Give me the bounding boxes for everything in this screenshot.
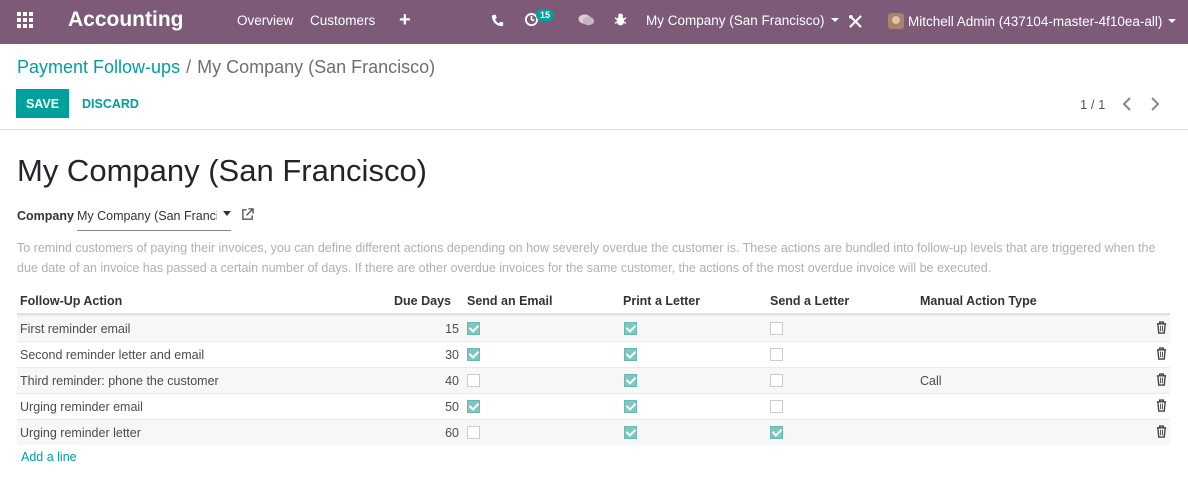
send-letter-checkbox[interactable] <box>770 348 783 361</box>
company-switcher-label: My Company (San Francisco) <box>646 13 825 28</box>
company-label: Company <box>17 209 74 223</box>
cell-manual-action[interactable]: Call <box>920 374 942 388</box>
followup-lines-table: Follow-Up Action Due Days Send an Email … <box>17 288 1170 445</box>
send-letter-checkbox[interactable] <box>770 322 783 335</box>
table-header: Follow-Up Action Due Days Send an Email … <box>17 288 1170 315</box>
send-letter-checkbox[interactable] <box>770 374 783 387</box>
print-letter-checkbox[interactable] <box>624 374 637 387</box>
header-print-letter[interactable]: Print a Letter <box>623 294 700 308</box>
debug-bug-icon[interactable] <box>614 12 627 27</box>
cell-action[interactable]: Second reminder letter and email <box>20 348 204 362</box>
cell-action[interactable]: First reminder email <box>20 322 130 336</box>
dropdown-caret-icon[interactable] <box>223 211 231 216</box>
print-letter-checkbox[interactable] <box>624 400 637 413</box>
send-letter-checkbox[interactable] <box>770 400 783 413</box>
pager-previous-icon[interactable] <box>1122 97 1132 111</box>
breadcrumb-separator: / <box>186 57 192 77</box>
company-field-value: My Company (San Francisco) <box>77 209 217 223</box>
company-field[interactable]: My Company (San Francisco) <box>77 203 231 231</box>
pager-next-icon[interactable] <box>1150 97 1160 111</box>
cell-due-days[interactable]: 50 <box>417 400 459 414</box>
send-letter-checkbox[interactable] <box>770 426 783 439</box>
breadcrumb: Payment Follow-ups / My Company (San Franc… <box>17 57 435 78</box>
trash-icon[interactable] <box>1156 321 1167 334</box>
save-button[interactable]: SAVE <box>16 89 69 118</box>
send-email-checkbox[interactable] <box>467 374 480 387</box>
header-action[interactable]: Follow-Up Action <box>20 294 122 308</box>
app-name[interactable]: Accounting <box>68 8 184 32</box>
breadcrumb-parent[interactable]: Payment Follow-ups <box>17 57 180 77</box>
cell-action[interactable]: Urging reminder email <box>20 400 143 414</box>
apps-menu-icon[interactable] <box>17 12 35 30</box>
trash-icon[interactable] <box>1156 399 1167 412</box>
cell-due-days[interactable]: 40 <box>417 374 459 388</box>
send-email-checkbox[interactable] <box>467 426 480 439</box>
table-row[interactable]: Third reminder: phone the customer 40 Call <box>17 367 1170 393</box>
trash-icon[interactable] <box>1156 347 1167 360</box>
record-title: My Company (San Francisco) <box>17 153 428 188</box>
header-manual-action[interactable]: Manual Action Type <box>920 294 1037 308</box>
avatar <box>888 13 904 29</box>
help-text: To remind customers of paying their invo… <box>17 241 1156 275</box>
print-letter-checkbox[interactable] <box>624 348 637 361</box>
plus-icon[interactable]: + <box>399 9 411 32</box>
menu-overview[interactable]: Overview <box>237 13 293 28</box>
chevron-down-icon <box>1168 19 1177 23</box>
table-row[interactable]: Urging reminder email 50 <box>17 393 1170 419</box>
tools-icon[interactable] <box>848 14 863 29</box>
discard-button[interactable]: DISCARD <box>82 97 139 111</box>
trash-icon[interactable] <box>1156 373 1167 386</box>
header-send-email[interactable]: Send an Email <box>467 294 552 308</box>
table-row[interactable]: First reminder email 15 <box>17 315 1170 341</box>
print-letter-checkbox[interactable] <box>624 426 637 439</box>
chat-icon[interactable] <box>578 13 595 27</box>
send-email-checkbox[interactable] <box>467 348 480 361</box>
header-due-days[interactable]: Due Days <box>394 294 451 308</box>
send-email-checkbox[interactable] <box>467 400 480 413</box>
add-line-link[interactable]: Add a line <box>21 450 77 464</box>
menu-customers[interactable]: Customers <box>310 13 375 28</box>
print-letter-checkbox[interactable] <box>624 322 637 335</box>
table-row[interactable]: Second reminder letter and email 30 <box>17 341 1170 367</box>
user-menu[interactable]: Mitchell Admin (437104-master-4f10ea-all… <box>888 13 1177 29</box>
cell-due-days[interactable]: 15 <box>417 322 459 336</box>
company-switcher[interactable]: My Company (San Francisco) <box>646 13 839 28</box>
top-navbar: Accounting Overview Customers + 15 My Co… <box>0 0 1188 44</box>
external-link-icon[interactable] <box>241 208 254 221</box>
pager-value[interactable]: 1 / 1 <box>1080 97 1105 112</box>
user-name: Mitchell Admin (437104-master-4f10ea-all… <box>908 14 1163 29</box>
header-send-letter[interactable]: Send a Letter <box>770 294 849 308</box>
table-body: First reminder email 15 Second reminder le… <box>17 315 1170 445</box>
phone-icon[interactable] <box>491 14 504 27</box>
control-panel: Payment Follow-ups / My Company (San Franc… <box>0 44 1188 130</box>
trash-icon[interactable] <box>1156 425 1167 438</box>
cell-due-days[interactable]: 60 <box>417 426 459 440</box>
cell-action[interactable]: Urging reminder letter <box>20 426 141 440</box>
chevron-down-icon <box>830 18 839 22</box>
send-email-checkbox[interactable] <box>467 322 480 335</box>
table-row[interactable]: Urging reminder letter 60 <box>17 419 1170 445</box>
cell-action[interactable]: Third reminder: phone the customer <box>20 374 219 388</box>
breadcrumb-current: My Company (San Francisco) <box>197 57 436 77</box>
cell-due-days[interactable]: 30 <box>417 348 459 362</box>
activity-count-badge: 15 <box>536 9 555 21</box>
